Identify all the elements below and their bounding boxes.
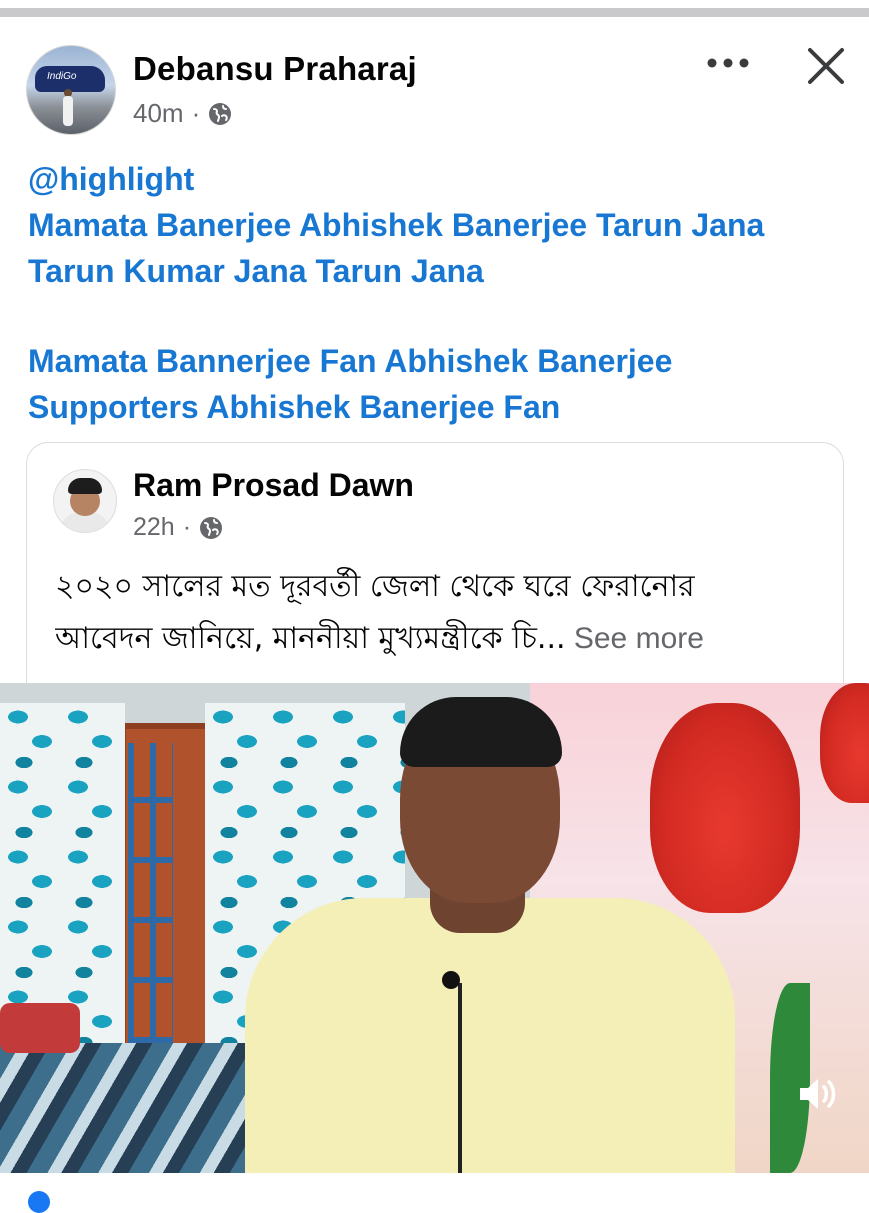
- shared-text-line: ২০২০ সালের মত দূরবর্তী জেলা থেকে ঘরে ফের…: [55, 569, 695, 604]
- shared-post-text: ২০২০ সালের মত দূরবর্তী জেলা থেকে ঘরে ফের…: [55, 561, 835, 665]
- author-name[interactable]: Debansu Praharaj: [133, 50, 417, 88]
- shared-author-avatar[interactable]: [53, 469, 117, 533]
- shared-text-truncated: আবেদন জানিয়ে, মাননীয়া মুখ্যমন্ত্রীকে চ…: [55, 621, 566, 656]
- volume-button[interactable]: [792, 1071, 844, 1117]
- avatar-logo-text: IndiGo: [47, 71, 77, 82]
- tag-link-highlight[interactable]: @highlight: [28, 156, 848, 202]
- close-button[interactable]: [800, 40, 852, 92]
- video-player[interactable]: [0, 683, 869, 1173]
- post-header: IndiGo Debansu Praharaj 40m ·: [0, 0, 869, 135]
- post-tags: @highlight Mamata Banerjee Abhishek Bane…: [28, 156, 848, 430]
- tag-links-line[interactable]: Mamata Banerjee Abhishek Banerjee Tarun …: [28, 202, 848, 248]
- see-more-link[interactable]: See more: [566, 622, 704, 655]
- meta-separator: ·: [191, 98, 201, 128]
- shared-post-meta: 22h ·: [133, 513, 223, 542]
- globe-icon: [209, 102, 232, 125]
- reactions-bar: [0, 1173, 869, 1213]
- meta-separator: ·: [182, 513, 192, 541]
- shared-post-time[interactable]: 22h: [133, 513, 175, 542]
- tags-spacer: [28, 294, 848, 338]
- shared-post-card[interactable]: Ram Prosad Dawn 22h · ২০২০ সালের মত দূরব…: [26, 442, 844, 713]
- tag-links-line[interactable]: Tarun Kumar Jana Tarun Jana: [28, 248, 848, 294]
- shared-author-name[interactable]: Ram Prosad Dawn: [133, 467, 414, 504]
- tag-links-line[interactable]: Supporters Abhishek Banerjee Fan: [28, 384, 848, 430]
- volume-icon: [800, 1079, 836, 1109]
- more-dots-icon: [707, 58, 749, 68]
- more-options-button[interactable]: [700, 48, 756, 78]
- close-icon: [808, 48, 844, 84]
- like-icon: [28, 1191, 50, 1213]
- video-person: [245, 898, 735, 1173]
- author-avatar[interactable]: IndiGo: [26, 45, 116, 135]
- post-meta: 40m ·: [133, 98, 232, 129]
- tag-links-line[interactable]: Mamata Bannerjee Fan Abhishek Banerjee: [28, 338, 848, 384]
- globe-icon: [200, 516, 223, 539]
- video-tulip: [650, 703, 800, 913]
- post-time[interactable]: 40m: [133, 98, 184, 129]
- shared-text-line-2: আবেদন জানিয়ে, মাননীয়া মুখ্যমন্ত্রীকে চ…: [55, 613, 835, 665]
